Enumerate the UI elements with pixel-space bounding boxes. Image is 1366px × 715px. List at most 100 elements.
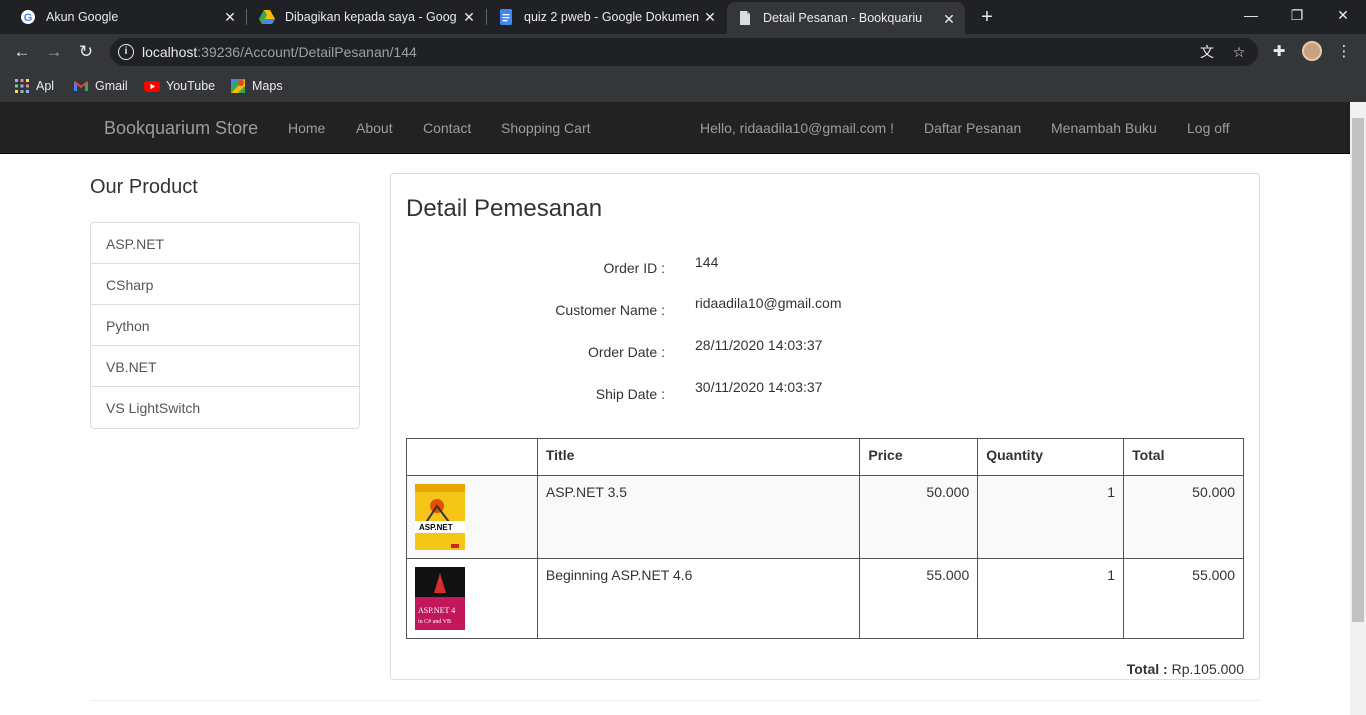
svg-text:ASP.NET: ASP.NET — [419, 523, 453, 532]
header-image — [406, 438, 538, 476]
browser-tab-1[interactable]: G Akun Google ✕ — [0, 0, 246, 34]
nav-shopping-cart[interactable]: Shopping Cart — [501, 120, 591, 136]
item-total: 50.000 — [1123, 475, 1244, 559]
bookmark-maps[interactable]: Maps — [230, 76, 283, 96]
translate-icon[interactable]: 文 — [1199, 44, 1215, 60]
nav-log-off[interactable]: Log off — [1187, 120, 1230, 136]
order-date-value: 28/11/2020 14:03:37 — [695, 337, 823, 353]
bookmark-gmail[interactable]: Gmail — [73, 76, 128, 96]
tab-title: Dibagikan kepada saya - Google — [285, 10, 457, 24]
tab-title: Akun Google — [46, 10, 119, 24]
google-icon: G — [21, 10, 35, 24]
bookmark-apps[interactable]: Apl — [14, 76, 54, 96]
close-tab-icon[interactable]: ✕ — [222, 9, 238, 25]
url-path: :39236/Account/DetailPesanan/144 — [197, 44, 417, 60]
google-drive-icon — [259, 10, 275, 24]
order-total: Total : Rp.105.000 — [1127, 661, 1244, 677]
address-bar[interactable]: i localhost:39236/Account/DetailPesanan/… — [110, 38, 1258, 66]
browser-tab-bar: G Akun Google ✕ Dibagikan kepada saya - … — [0, 0, 1366, 34]
nav-menambah-buku[interactable]: Menambah Buku — [1051, 120, 1157, 136]
svg-text:in C# and VB: in C# and VB — [418, 619, 451, 625]
back-icon[interactable]: ← — [10, 40, 34, 64]
order-total-label: Total : — [1126, 661, 1168, 677]
close-tab-icon[interactable]: ✕ — [702, 9, 718, 25]
header-quantity: Quantity — [977, 438, 1125, 476]
site-info-icon[interactable]: i — [118, 44, 134, 60]
category-item-csharp[interactable]: CSharp — [91, 264, 359, 305]
restore-icon[interactable]: ❐ — [1274, 0, 1320, 34]
nav-about[interactable]: About — [356, 120, 393, 136]
maps-icon — [231, 79, 245, 93]
book-cover-cell: ASP.NET 4 in C# and VB — [406, 558, 538, 639]
nav-contact[interactable]: Contact — [423, 120, 471, 136]
close-tab-icon[interactable]: ✕ — [941, 11, 957, 27]
table-row: ASP.NET ASP.NET 3.5 50.000 1 50.000 — [406, 475, 1244, 559]
product-category-list: ASP.NET CSharp Python VB.NET VS LightSwi… — [90, 222, 360, 429]
order-items-table: Title Price Quantity Total ASP.NET ASP.N… — [406, 438, 1244, 639]
item-price: 55.000 — [859, 558, 979, 639]
svg-text:ASP.NET 4: ASP.NET 4 — [418, 606, 455, 615]
url-text[interactable]: localhost:39236/Account/DetailPesanan/14… — [142, 44, 417, 60]
menu-kebab-icon[interactable]: ⋮ — [1334, 42, 1354, 62]
tab-title: Detail Pesanan - Bookquarium St — [763, 11, 923, 25]
browser-tab-2[interactable]: Dibagikan kepada saya - Google ✕ — [239, 0, 485, 34]
item-quantity: 1 — [977, 475, 1125, 559]
nav-home[interactable]: Home — [288, 120, 325, 136]
apps-grid-icon — [15, 79, 29, 93]
table-header-row: Title Price Quantity Total — [406, 438, 1244, 476]
item-total: 55.000 — [1123, 558, 1244, 639]
reload-icon[interactable]: ↻ — [74, 40, 98, 64]
url-host: localhost — [142, 44, 198, 60]
header-price: Price — [859, 438, 979, 476]
brand-link[interactable]: Bookquarium Store — [104, 118, 258, 139]
bookmark-youtube[interactable]: YouTube — [144, 76, 215, 96]
header-total: Total — [1123, 438, 1244, 476]
page-title: Detail Pemesanan — [406, 195, 603, 222]
browser-toolbar: ← → ↻ i localhost:39236/Account/DetailPe… — [0, 34, 1366, 70]
footer-divider — [90, 700, 1260, 701]
order-detail-panel: Detail Pemesanan Order ID : 144 Customer… — [390, 173, 1260, 680]
extensions-icon[interactable]: ✚ — [1269, 42, 1289, 62]
category-item-vs-lightswitch[interactable]: VS LightSwitch — [91, 387, 359, 428]
book-cover-cell: ASP.NET — [406, 475, 538, 559]
book-cover-beginning-aspnet-image: ASP.NET 4 in C# and VB — [415, 567, 465, 630]
bookmark-label: YouTube — [166, 79, 216, 93]
google-docs-icon — [500, 9, 512, 25]
minimize-icon[interactable]: — — [1228, 0, 1274, 34]
gmail-icon — [74, 81, 88, 91]
nav-hello-user[interactable]: Hello, ridaadila10@gmail.com ! — [700, 120, 894, 136]
bookmark-label: Gmail — [95, 79, 128, 93]
browser-tab-3[interactable]: quiz 2 pweb - Google Dokumen ✕ — [478, 0, 726, 34]
book-cover-aspnet-image: ASP.NET — [415, 484, 465, 550]
item-title: ASP.NET 3.5 — [536, 475, 861, 559]
ship-date-label: Ship Date : — [595, 386, 665, 402]
bookmark-label: Maps — [252, 79, 283, 93]
scrollbar-thumb[interactable] — [1352, 118, 1364, 622]
tab-title: quiz 2 pweb - Google Dokumen — [524, 10, 699, 24]
category-item-vbnet[interactable]: VB.NET — [91, 346, 359, 387]
customer-name-label: Customer Name : — [555, 302, 665, 318]
new-tab-icon[interactable]: + — [977, 7, 997, 27]
nav-daftar-pesanan[interactable]: Daftar Pesanan — [924, 120, 1021, 136]
table-row: ASP.NET 4 in C# and VB Beginning ASP.NET… — [406, 558, 1244, 639]
browser-tab-active[interactable]: Detail Pesanan - Bookquarium St ✕ — [727, 2, 965, 34]
customer-name-value: ridaadila10@gmail.com — [695, 295, 842, 311]
item-title: Beginning ASP.NET 4.6 — [536, 558, 861, 639]
page-scrollbar[interactable] — [1350, 102, 1366, 715]
bookmark-star-icon[interactable]: ☆ — [1231, 44, 1247, 60]
profile-avatar[interactable] — [1302, 41, 1322, 61]
category-item-python[interactable]: Python — [91, 305, 359, 346]
site-navbar: Bookquarium Store Home About Contact Sho… — [0, 102, 1350, 154]
bookmarks-bar: Apl Gmail YouTube Maps — [0, 70, 1366, 102]
order-date-label: Order Date : — [587, 344, 665, 360]
forward-icon[interactable]: → — [42, 40, 66, 64]
page-icon — [740, 11, 750, 25]
window-close-icon[interactable]: ✕ — [1320, 0, 1366, 34]
sidebar-title: Our Product — [90, 176, 198, 198]
ship-date-value: 30/11/2020 14:03:37 — [695, 379, 823, 395]
category-item-aspnet[interactable]: ASP.NET — [91, 223, 359, 264]
close-tab-icon[interactable]: ✕ — [461, 9, 477, 25]
order-id-value: 144 — [695, 254, 719, 270]
order-id-label: Order ID : — [603, 260, 665, 276]
item-quantity: 1 — [977, 558, 1125, 639]
